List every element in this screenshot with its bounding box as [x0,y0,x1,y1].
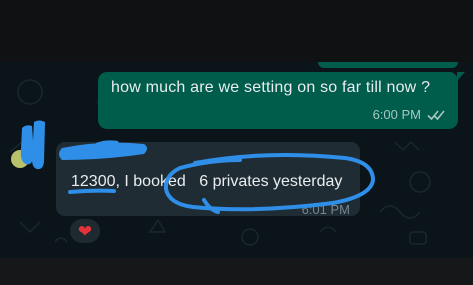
bottom-bar [0,258,473,285]
bubble-tail [457,72,465,81]
incoming-message-time: 6:01 PM [301,202,350,217]
heart-icon: ❤ [77,221,93,241]
outgoing-message-meta: 6:00 PM [373,107,446,122]
outgoing-message-time: 6:00 PM [372,107,421,122]
outgoing-message-text: how much are we setting on so far till n… [111,79,431,96]
double-check-read-icon [427,109,445,120]
message-middle-text: , I booked [115,173,191,190]
incoming-message-text: 12300, I booked 6 privates yesterday [71,173,342,191]
amount-text: 12300 [71,173,116,190]
highlighted-text: 6 privates yesterday [199,173,343,190]
previous-message-bubble-edge [318,62,458,68]
outgoing-message-bubble[interactable]: how much are we setting on so far till n… [98,72,465,129]
sender-avatar[interactable] [11,150,29,168]
incoming-message-bubble[interactable]: 12300, I booked 6 privates yesterday 6:0… [56,142,360,217]
reaction-badge[interactable]: ❤ [68,217,102,245]
chat-header [0,0,473,62]
